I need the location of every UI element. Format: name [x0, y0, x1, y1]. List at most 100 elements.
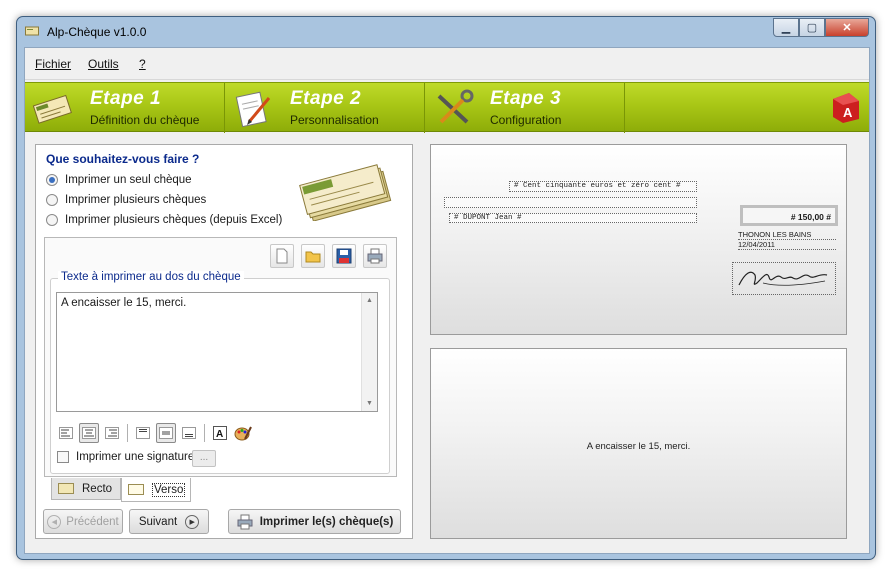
client-area: Fichier Outils ? Etape 1 Définition du c…: [24, 47, 870, 554]
align-center-icon: [82, 427, 96, 439]
step-1-title: Etape 1: [90, 88, 162, 109]
step-3-title: Etape 3: [490, 88, 562, 109]
valign-middle-button[interactable]: [156, 423, 176, 443]
save-icon: [336, 248, 352, 264]
align-center-button[interactable]: [79, 423, 99, 443]
signature-image: [738, 271, 828, 286]
radio-button[interactable]: [46, 214, 58, 226]
signature-box: [732, 262, 836, 295]
format-toolbar: A: [56, 422, 256, 444]
step-1[interactable]: Etape 1 Définition du chèque: [25, 83, 225, 133]
option-label: Imprimer plusieurs chèques (depuis Excel…: [65, 214, 283, 226]
verso-preview-text: A encaisser le 15, merci.: [586, 441, 691, 452]
menu-bar: Fichier Outils ?: [25, 48, 869, 80]
option-single-cheque[interactable]: Imprimer un seul chèque: [46, 174, 192, 186]
step-3[interactable]: Etape 3 Configuration: [425, 83, 625, 133]
align-left-button[interactable]: [56, 423, 76, 443]
scroll-down-icon[interactable]: ▼: [366, 400, 373, 407]
next-button[interactable]: Suivant ▶: [129, 509, 209, 534]
signature-checkbox[interactable]: [57, 451, 69, 463]
palette-icon: [234, 426, 252, 441]
previous-button[interactable]: ◀ Précédent: [43, 509, 123, 534]
cheque-front-preview: # Cent cinquante euros et zéro cent # # …: [430, 144, 847, 335]
question-title: Que souhaitez-vous faire ?: [46, 152, 200, 166]
font-button[interactable]: A: [210, 423, 230, 443]
valign-top-button[interactable]: [133, 423, 153, 443]
previous-label: Précédent: [66, 515, 119, 528]
new-doc-button[interactable]: [270, 244, 294, 268]
menu-help[interactable]: ?: [139, 57, 146, 71]
pencil-paper-icon: [235, 91, 271, 128]
step-1-subtitle: Définition du chèque: [90, 113, 200, 127]
step-2[interactable]: Etape 2 Personnalisation: [225, 83, 425, 133]
option-label: Imprimer plusieurs chèques: [65, 194, 207, 206]
tools-icon: [437, 89, 474, 124]
back-text-input[interactable]: A encaisser le 15, merci. ▲ ▼: [56, 292, 378, 412]
signature-browse-button[interactable]: ...: [192, 450, 216, 467]
align-left-icon: [59, 427, 73, 439]
save-button[interactable]: [332, 244, 356, 268]
app-window: Alp-Chèque v1.0.0 ▁ ▢ ✕ Fichier Outils ?: [16, 16, 876, 560]
font-icon: A: [213, 426, 227, 440]
valign-top-icon: [136, 427, 150, 439]
align-right-icon: [105, 427, 119, 439]
window-title: Alp-Chèque v1.0.0: [47, 25, 147, 39]
amount-words-line-2: [444, 197, 697, 208]
tab-verso-label: Verso: [152, 482, 186, 497]
radio-button[interactable]: [46, 194, 58, 206]
step-banner: Etape 1 Définition du chèque Etape 2 Per…: [25, 82, 869, 133]
tab-recto-label: Recto: [82, 482, 113, 495]
toolbar-separator: [204, 424, 205, 442]
valign-middle-icon: [159, 427, 173, 439]
options-panel: Que souhaitez-vous faire ? Imprimer un s…: [35, 144, 413, 539]
signature-option[interactable]: Imprimer une signature: [57, 451, 194, 463]
option-excel-cheques[interactable]: Imprimer plusieurs chèques (depuis Excel…: [46, 214, 282, 226]
print-cheques-label: Imprimer le(s) chèque(s): [259, 515, 394, 528]
tab-verso[interactable]: Verso: [121, 478, 191, 502]
app-logo: A: [833, 93, 859, 123]
menu-fichier[interactable]: Fichier: [35, 57, 71, 71]
back-text-group: Texte à imprimer au dos du chèque A enca…: [50, 271, 390, 474]
place-line: THONON LES BAINS: [738, 230, 836, 240]
folder-icon: [305, 251, 321, 263]
textarea-scrollbar[interactable]: ▲ ▼: [361, 293, 377, 411]
cheque-front-icon: [58, 483, 74, 494]
align-right-button[interactable]: [102, 423, 122, 443]
close-icon: ✕: [842, 22, 852, 34]
step-2-subtitle: Personnalisation: [290, 113, 379, 127]
app-icon: [25, 26, 39, 36]
step-2-title: Etape 2: [290, 88, 362, 109]
minimize-icon: ▁: [781, 22, 791, 34]
print-button[interactable]: [363, 244, 387, 268]
maximize-icon: ▢: [806, 22, 818, 34]
svg-text:A: A: [843, 105, 853, 120]
option-multiple-cheques[interactable]: Imprimer plusieurs chèques: [46, 194, 206, 206]
next-label: Suivant: [138, 515, 178, 528]
signature-label: Imprimer une signature: [76, 451, 195, 463]
cheque-pile-icon: [299, 164, 392, 221]
cheque-back-preview: A encaisser le 15, merci.: [430, 348, 847, 539]
printer-icon: [367, 248, 383, 264]
minimize-button[interactable]: ▁: [773, 18, 799, 37]
cheque-icon: [32, 94, 72, 124]
valign-bottom-button[interactable]: [179, 423, 199, 443]
maximize-button[interactable]: ▢: [799, 18, 825, 37]
tab-recto[interactable]: Recto: [51, 478, 121, 500]
back-text-value: A encaisser le 15, merci.: [61, 297, 187, 309]
menu-outils[interactable]: Outils: [88, 57, 119, 71]
title-bar: Alp-Chèque v1.0.0 ▁ ▢ ✕: [17, 17, 875, 47]
arrow-right-icon: ▶: [185, 514, 200, 529]
amount-words-line: # Cent cinquante euros et zéro cent #: [509, 181, 697, 192]
close-button[interactable]: ✕: [825, 18, 869, 37]
radio-button[interactable]: [46, 174, 58, 186]
scroll-up-icon[interactable]: ▲: [366, 297, 373, 304]
print-cheques-button[interactable]: Imprimer le(s) chèque(s): [228, 509, 401, 534]
open-folder-button[interactable]: [301, 244, 325, 268]
cheque-back-icon: [128, 484, 144, 495]
printer-icon: [237, 514, 253, 529]
back-text-legend: Texte à imprimer au dos du chèque: [58, 271, 244, 283]
svg-text:A: A: [216, 429, 223, 440]
valign-bottom-icon: [182, 427, 196, 439]
arrow-left-icon: ◀: [47, 514, 62, 529]
color-button[interactable]: [233, 423, 253, 443]
